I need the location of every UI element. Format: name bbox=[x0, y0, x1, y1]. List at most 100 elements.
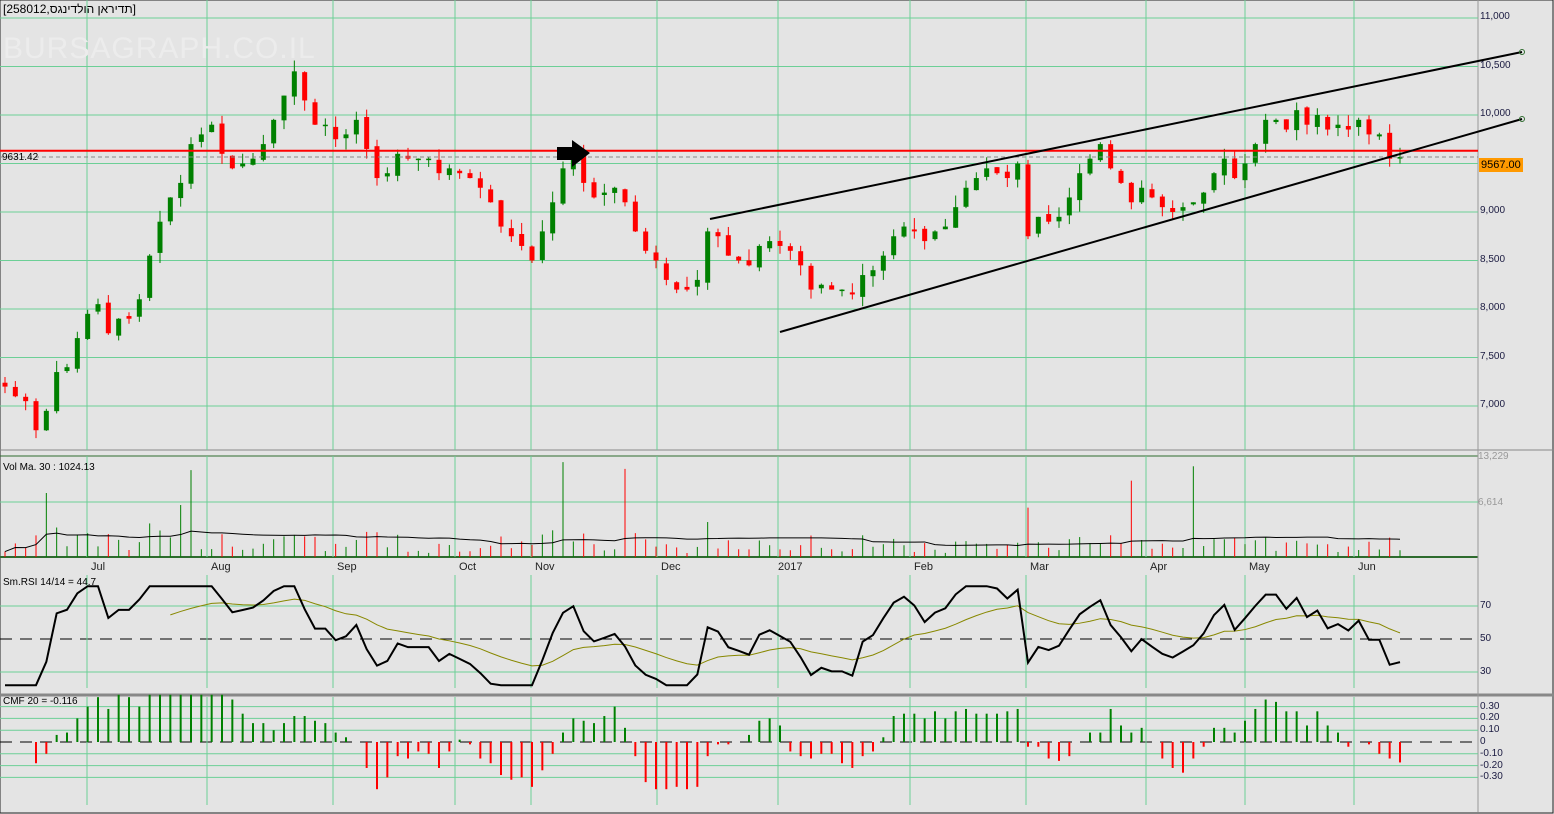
price-tick: 9,000 bbox=[1480, 205, 1506, 216]
candle-body bbox=[953, 207, 959, 228]
candle-body bbox=[1356, 119, 1362, 128]
candle-body bbox=[436, 159, 442, 174]
candle-body bbox=[643, 231, 649, 251]
cmf-tick: -0.30 bbox=[1480, 771, 1503, 783]
month-label: Jun bbox=[1358, 561, 1376, 573]
price-tick: 10,500 bbox=[1480, 59, 1511, 71]
candle-body bbox=[1097, 144, 1103, 161]
month-label: Mar bbox=[1030, 561, 1049, 573]
candle-body bbox=[994, 167, 1000, 174]
candle-body bbox=[829, 285, 835, 290]
candle-body bbox=[85, 313, 91, 339]
volume-label: Vol Ma. 30 : 1024.13 bbox=[3, 462, 95, 473]
candle-body bbox=[767, 241, 773, 249]
price-tick: 8,000 bbox=[1480, 302, 1506, 313]
candle-body bbox=[105, 302, 111, 334]
candle-body bbox=[167, 197, 173, 222]
month-label: Jul bbox=[91, 561, 106, 573]
candle-body bbox=[1118, 170, 1124, 183]
candle-body bbox=[1211, 173, 1217, 191]
candle-body bbox=[519, 233, 525, 246]
candle-body bbox=[467, 173, 473, 179]
candle-body bbox=[922, 228, 928, 242]
candle-body bbox=[870, 270, 876, 277]
candle-body bbox=[1283, 119, 1289, 130]
candle-body bbox=[550, 202, 556, 234]
candle-body bbox=[457, 170, 463, 174]
candle-body bbox=[1366, 119, 1372, 135]
candle-body bbox=[1149, 189, 1155, 198]
candle-body bbox=[488, 189, 494, 203]
candle-body bbox=[1304, 107, 1310, 125]
candle-body bbox=[147, 255, 153, 298]
candle-body bbox=[684, 286, 690, 290]
candle-body bbox=[632, 201, 638, 232]
candle-body bbox=[64, 367, 70, 372]
candle-body bbox=[364, 116, 370, 149]
rsi-signal-line bbox=[170, 598, 1401, 667]
price-tick: 8,500 bbox=[1480, 253, 1506, 265]
candle-body bbox=[33, 401, 39, 431]
candle-body bbox=[1077, 173, 1083, 201]
candle-body bbox=[312, 102, 318, 125]
candle-body bbox=[1335, 124, 1341, 129]
watermark: BURSAGRAPH.CO.IL bbox=[3, 32, 316, 65]
candle-body bbox=[1108, 144, 1114, 169]
candle-body bbox=[1242, 163, 1248, 181]
candle-body bbox=[787, 246, 793, 251]
candle-body bbox=[818, 284, 824, 289]
candle-body bbox=[860, 275, 866, 297]
rsi-tick: 70 bbox=[1480, 600, 1492, 611]
rsi-line bbox=[5, 585, 1401, 687]
candle-body bbox=[333, 126, 339, 140]
candle-body bbox=[353, 119, 359, 135]
candle-body bbox=[322, 124, 328, 127]
price-tick: 7,000 bbox=[1480, 399, 1506, 410]
candle-body bbox=[1035, 216, 1041, 234]
candle-body bbox=[1170, 207, 1176, 212]
candle-body bbox=[1128, 182, 1134, 203]
candle-body bbox=[839, 289, 845, 292]
candle-body bbox=[1180, 207, 1186, 211]
candle-body bbox=[601, 192, 607, 195]
candle-body bbox=[1190, 202, 1196, 205]
candle-body bbox=[942, 226, 948, 230]
candle-body bbox=[1232, 158, 1238, 179]
candle-body bbox=[911, 229, 917, 232]
candle-body bbox=[984, 168, 990, 177]
candle-body bbox=[446, 168, 452, 176]
candle-body bbox=[1201, 192, 1207, 204]
month-label: 2017 bbox=[778, 561, 803, 573]
candle-body bbox=[229, 155, 235, 169]
candle-body bbox=[1294, 110, 1300, 131]
candle-body bbox=[622, 189, 628, 203]
cmf-tick: 0.30 bbox=[1480, 700, 1500, 712]
candle-body bbox=[591, 182, 597, 198]
candle-body bbox=[1087, 158, 1093, 174]
upper-trendline bbox=[709, 51, 1523, 220]
candle-body bbox=[694, 279, 700, 287]
candle-body bbox=[612, 187, 618, 193]
rsi-label: Sm.RSI 14/14 = 44.7 bbox=[3, 577, 97, 588]
candle-body bbox=[426, 158, 432, 161]
candle-body bbox=[384, 173, 390, 177]
candle-body bbox=[12, 386, 18, 397]
candle-body bbox=[291, 71, 297, 97]
last-price-badge: 9567.00 bbox=[1479, 158, 1523, 172]
candle-body bbox=[1221, 158, 1227, 176]
volume-ma-line bbox=[4, 530, 1401, 553]
candle-body bbox=[240, 163, 246, 167]
candle-body bbox=[539, 231, 545, 260]
candle-body bbox=[653, 252, 659, 261]
candle-body bbox=[891, 236, 897, 256]
candle-body bbox=[43, 410, 49, 431]
candle-body bbox=[178, 182, 184, 199]
month-label: Apr bbox=[1150, 561, 1168, 573]
candle-body bbox=[219, 123, 225, 154]
candle-body bbox=[901, 226, 907, 237]
candle-body bbox=[705, 231, 711, 283]
candle-body bbox=[1263, 119, 1269, 144]
candle-body bbox=[736, 256, 742, 261]
candle-body bbox=[1345, 126, 1351, 130]
candle-body bbox=[725, 235, 731, 256]
